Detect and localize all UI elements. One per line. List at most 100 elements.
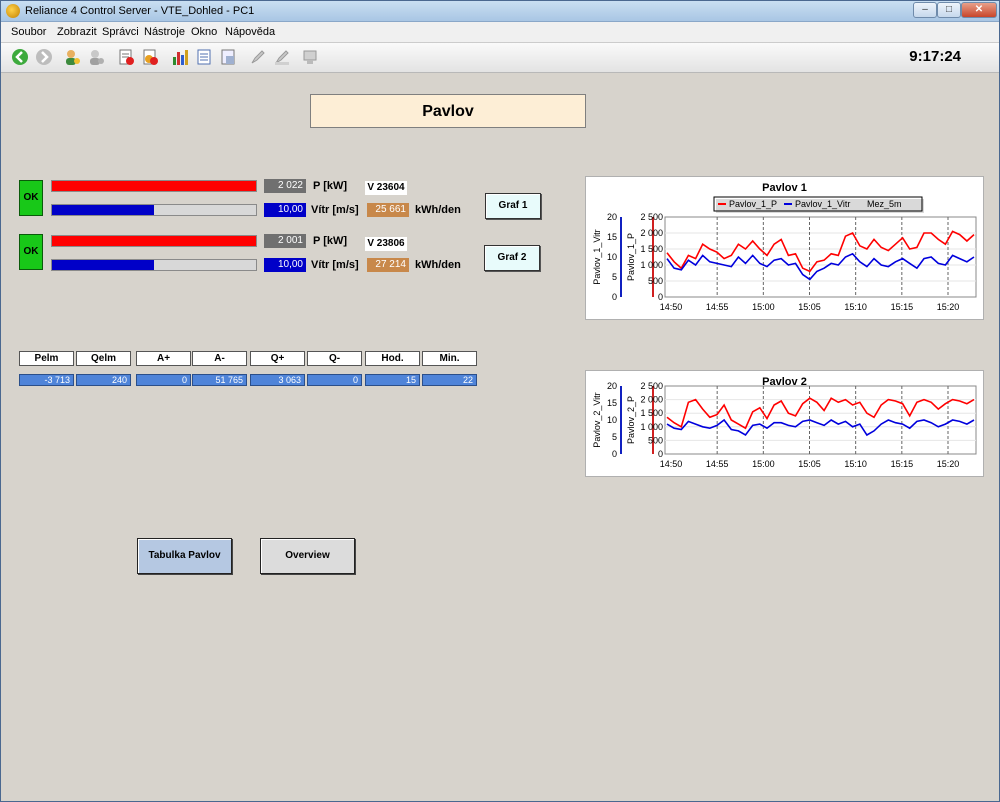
table-value-a-plus: 0 <box>136 374 191 386</box>
user-logout-icon[interactable] <box>87 48 105 66</box>
wind-axis-title: Pavlov_2_Vitr <box>592 392 602 447</box>
table-value-q-minus: 0 <box>307 374 362 386</box>
x-tick-label: 14:50 <box>660 459 683 469</box>
report-icon[interactable] <box>195 48 213 66</box>
table-header-pelm: Pelm <box>19 351 74 366</box>
overview-button[interactable]: Overview <box>260 538 355 574</box>
table-header-a-minus: A- <box>192 351 247 366</box>
alarm-list-icon[interactable] <box>117 48 135 66</box>
wind-tick-label: 20 <box>607 212 617 222</box>
unit2-power-bar <box>51 235 257 247</box>
chart-svg: Pavlov 1 Pavlov_1_P Pavlov_1_Vitr Mez_5m 20 1… <box>592 182 977 312</box>
table-value-a-minus: 51 765 <box>192 374 247 386</box>
wind-tick-label: 15 <box>607 398 617 408</box>
edit-icon[interactable] <box>249 48 267 66</box>
unit2-wind-label: Vítr [m/s] <box>311 259 359 271</box>
x-tick-label: 15:05 <box>798 459 821 469</box>
wind-tick-label: 10 <box>607 252 617 262</box>
x-tick-label: 15:00 <box>752 302 775 312</box>
unit1-version: V 23604 <box>365 181 407 195</box>
menu-nastroje[interactable]: Nástroje <box>144 26 185 38</box>
x-tick-label: 15:10 <box>844 302 867 312</box>
power-axis-title: Pavlov_1_P <box>626 233 636 281</box>
unit2-wind-bar <box>51 259 257 271</box>
unit1-energy-label: kWh/den <box>415 204 461 216</box>
power-tick-label: 500 <box>648 276 663 286</box>
back-icon[interactable] <box>11 48 29 66</box>
power-tick-label: 0 <box>658 292 663 302</box>
power-tick-label: 500 <box>648 435 663 445</box>
chart-pavlov-2[interactable]: Pavlov 2 20 15 10 5 0 2 500 2 000 1 500 1 000 500 0… <box>585 370 984 477</box>
power-axis-title: Pavlov_2_P <box>626 396 636 444</box>
legend-item: Pavlov_1_P <box>729 199 777 209</box>
x-tick-label: 14:50 <box>660 302 683 312</box>
window-title: Reliance 4 Control Server - VTE_Dohled -… <box>25 5 255 17</box>
alarm-ack-icon[interactable] <box>141 48 159 66</box>
wind-tick-label: 10 <box>607 415 617 425</box>
unit1-wind-label: Vítr [m/s] <box>311 204 359 216</box>
unit1-wind-fill <box>52 205 154 215</box>
wind-tick-label: 5 <box>612 432 617 442</box>
x-tick-label: 14:55 <box>706 459 729 469</box>
table-header-hod: Hod. <box>365 351 420 366</box>
power-tick-label: 1 000 <box>640 422 663 432</box>
table-header-a-plus: A+ <box>136 351 191 366</box>
runtime-icon[interactable] <box>301 48 319 66</box>
unit2-power-label: P [kW] <box>313 235 348 247</box>
power-tick-label: 0 <box>658 449 663 459</box>
table-header-min: Min. <box>422 351 477 366</box>
chart-icon[interactable] <box>171 48 189 66</box>
graf2-button[interactable]: Graf 2 <box>484 245 540 271</box>
unit2-power-fill <box>52 236 256 246</box>
chart-pavlov-1[interactable]: Pavlov 1 Pavlov_1_P Pavlov_1_Vitr Mez_5m 20 1… <box>585 176 984 320</box>
power-tick-label: 2 000 <box>640 395 663 405</box>
title-bar: Reliance 4 Control Server - VTE_Dohled -… <box>1 1 999 22</box>
table-value-qelm: 240 <box>76 374 131 386</box>
chart-title: Pavlov 1 <box>762 182 807 194</box>
table-value-hod: 15 <box>365 374 420 386</box>
minimize-button[interactable]: – <box>913 2 937 18</box>
table-header-qelm: Qelm <box>76 351 131 366</box>
edit2-icon[interactable] <box>273 48 291 66</box>
x-tick-label: 15:00 <box>752 459 775 469</box>
unit2-energy-value: 27 214 <box>367 258 409 272</box>
page-title: Pavlov <box>310 94 586 128</box>
unit1-power-bar <box>51 180 257 192</box>
power-tick-label: 1 500 <box>640 244 663 254</box>
table-header-q-plus: Q+ <box>250 351 305 366</box>
x-tick-label: 14:55 <box>706 302 729 312</box>
toolbar: 9:17:24 <box>1 43 999 73</box>
menu-okno[interactable]: Okno <box>191 26 217 38</box>
wind-axis-title: Pavlov_1_Vitr <box>592 229 602 284</box>
x-tick-label: 15:15 <box>891 459 914 469</box>
menu-bar: Soubor Zobrazit Správci Nástroje Okno Ná… <box>1 22 999 43</box>
menu-zobrazit[interactable]: Zobrazit <box>57 26 97 38</box>
power-tick-label: 1 500 <box>640 408 663 418</box>
app-window: Reliance 4 Control Server - VTE_Dohled -… <box>0 0 1000 802</box>
unit1-energy-value: 25 661 <box>367 203 409 217</box>
forward-icon[interactable] <box>35 48 53 66</box>
table-header-q-minus: Q- <box>307 351 362 366</box>
unit1-wind-bar <box>51 204 257 216</box>
graf1-button[interactable]: Graf 1 <box>485 193 541 219</box>
tabulka-pavlov-button[interactable]: Tabulka Pavlov <box>137 538 232 574</box>
unit2-wind-fill <box>52 260 154 270</box>
table-value-q-plus: 3 063 <box>250 374 305 386</box>
unit1-power-value: 2 022 <box>264 179 306 193</box>
menu-soubor[interactable]: Soubor <box>11 26 46 38</box>
x-tick-label: 15:20 <box>937 302 960 312</box>
wind-tick-label: 15 <box>607 232 617 242</box>
unit2-energy-label: kWh/den <box>415 259 461 271</box>
chart-svg: Pavlov 2201510502 5002 0001 5001 0005000… <box>592 376 977 469</box>
menu-spravci[interactable]: Správci <box>102 26 139 38</box>
maximize-button[interactable]: □ <box>937 2 961 18</box>
unit2-version: V 23806 <box>365 237 407 251</box>
unit1-power-label: P [kW] <box>313 180 348 192</box>
print-icon[interactable] <box>219 48 237 66</box>
wind-tick-label: 0 <box>612 292 617 302</box>
user-login-icon[interactable] <box>63 48 81 66</box>
close-button[interactable]: ✕ <box>961 2 997 18</box>
menu-napoveda[interactable]: Nápověda <box>225 26 275 38</box>
table-value-pelm: -3 713 <box>19 374 74 386</box>
power-tick-label: 2 500 <box>640 212 663 222</box>
